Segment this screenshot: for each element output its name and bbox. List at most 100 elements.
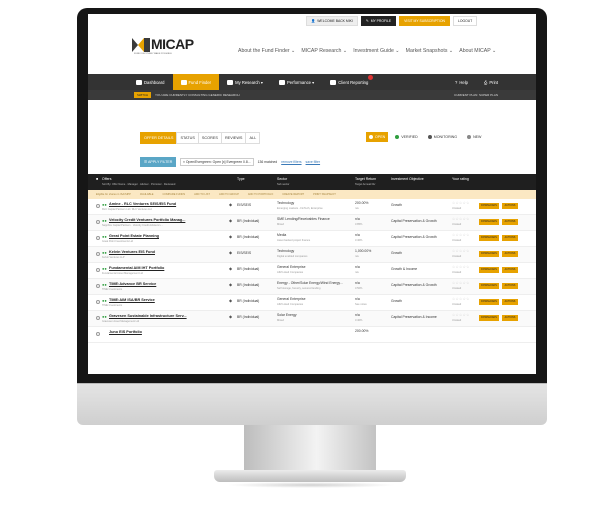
- row-checkbox[interactable]: [96, 268, 100, 272]
- toolbar-client-reporting[interactable]: Client Reporting: [322, 74, 383, 90]
- offer-type: BR (Individual): [237, 235, 260, 239]
- header-target-return[interactable]: Target Return: [355, 177, 376, 181]
- bulk-add-list[interactable]: ADD TO LIST: [194, 193, 210, 196]
- toolbar-fund-finder[interactable]: Fund Finder: [172, 74, 220, 90]
- rating-stars[interactable]: ☆☆☆☆☆: [452, 297, 470, 301]
- toolbar-print[interactable]: ⎙ Print: [476, 74, 506, 90]
- rating-stars[interactable]: ☆☆☆☆☆: [452, 249, 470, 253]
- switch-button[interactable]: SWITCH: [134, 92, 152, 98]
- rating-stars[interactable]: ☆☆☆☆☆: [452, 313, 470, 317]
- offer-name-link[interactable]: TIME:AIM ISA/BR Service: [109, 298, 155, 302]
- toolbar-dashboard[interactable]: Dashboard: [128, 74, 173, 90]
- row-checkbox[interactable]: [96, 316, 100, 320]
- tab-offer-details[interactable]: OFFER DETAILS: [140, 132, 177, 144]
- offer-name-link[interactable]: Kelvin Ventures EIS Fund: [109, 250, 155, 254]
- row-checkbox[interactable]: [96, 220, 100, 224]
- bulk-available[interactable]: AVAILABLE: [140, 193, 154, 196]
- apply-filter-button[interactable]: ☰ APPLY FILTER: [140, 157, 177, 167]
- table-row[interactable]: ●● Gravesen Sustainable Infrastructure Se…: [88, 311, 536, 327]
- bulk-compare[interactable]: COMPARE FUNDS: [163, 193, 186, 196]
- rating-stars[interactable]: ☆☆☆☆☆: [452, 201, 470, 205]
- row-checkbox[interactable]: [96, 332, 100, 336]
- tab-reviews[interactable]: REVIEWS: [220, 132, 246, 144]
- header-sector[interactable]: Sector: [277, 177, 287, 181]
- table-row[interactable]: ●● Amine - RLC Ventures SEIS/EIS Fund RLC …: [88, 199, 536, 215]
- table-row[interactable]: ●● Fundamental AiM IHT Portfolio Fundament…: [88, 263, 536, 279]
- row-checkbox[interactable]: [96, 300, 100, 304]
- rating-stars[interactable]: ☆☆☆☆☆: [452, 217, 470, 221]
- header-sort-by[interactable]: Sort By: Offer Name · Manager · Adviser …: [102, 183, 175, 186]
- header-select-all-icon[interactable]: ■: [96, 177, 98, 181]
- table-row[interactable]: ●● Great Point Estate Planning Great Point…: [88, 231, 536, 247]
- logout-button[interactable]: LOGOUT: [452, 16, 478, 26]
- bulk-add-portfolio[interactable]: ADD TO PORTFOLIO: [248, 193, 273, 196]
- offer-name-link[interactable]: TIME:Advance BR Service: [109, 282, 156, 286]
- downloads-button[interactable]: DOWNLOADS: [479, 315, 499, 321]
- actions-button[interactable]: ACTIONS: [502, 235, 518, 241]
- table-row[interactable]: ●● Velocity Credit Ventures Portfolio Man…: [88, 215, 536, 231]
- tab-status[interactable]: STATUS: [176, 132, 198, 144]
- row-checkbox[interactable]: [96, 252, 100, 256]
- status-verified[interactable]: VERIFIED: [392, 132, 421, 142]
- table-row[interactable]: Juno EIS Portfolio 200.00%: [88, 327, 536, 343]
- subscription-button[interactable]: VISIT MY SUBSCRIPTION: [399, 16, 450, 26]
- header-objective[interactable]: Investment Objective: [391, 177, 424, 181]
- bulk-add-group[interactable]: ADD TO GROUP: [219, 193, 239, 196]
- downloads-button[interactable]: DOWNLOADS: [479, 283, 499, 289]
- status-open[interactable]: OPEN: [366, 132, 389, 142]
- offer-name-link[interactable]: Juno EIS Portfolio: [109, 330, 142, 334]
- nav-about-fund-finder[interactable]: About the Fund Finder ⌄: [238, 48, 295, 54]
- status-new[interactable]: NEW: [464, 132, 484, 142]
- downloads-button[interactable]: DOWNLOADS: [479, 235, 499, 241]
- my-profile-button[interactable]: ✎ MY PROFILE: [360, 16, 397, 26]
- micap-logo[interactable]: MICAP FUND DISCOVERY MADE POSSIBLE: [132, 36, 202, 55]
- status-monitoring[interactable]: MONITORING: [425, 132, 460, 142]
- table-row[interactable]: ●● TIME:Advance BR Service TIME Investment…: [88, 279, 536, 295]
- toolbar-help[interactable]: ? Help: [447, 74, 476, 90]
- offer-name-link[interactable]: Velocity Credit Ventures Portfolio Manag…: [109, 218, 185, 222]
- dashboard-icon: [136, 79, 142, 85]
- header-type[interactable]: Type: [237, 177, 245, 181]
- actions-button[interactable]: ACTIONS: [502, 267, 518, 273]
- actions-button[interactable]: ACTIONS: [502, 251, 518, 257]
- actions-button[interactable]: ACTIONS: [502, 219, 518, 225]
- nav-micap-research[interactable]: MICAP Research ⌄: [301, 48, 347, 54]
- nav-investment-guide[interactable]: Investment Guide ⌄: [353, 48, 399, 54]
- filter-chip[interactable]: × Open/Evergreen: Open [x] Evergreen 0.8…: [180, 157, 254, 166]
- downloads-button[interactable]: DOWNLOADS: [479, 219, 499, 225]
- header-offers[interactable]: Offers: [102, 177, 111, 181]
- row-checkbox[interactable]: [96, 236, 100, 240]
- offer-name-link[interactable]: Great Point Estate Planning: [109, 234, 159, 238]
- bulk-print-snapshot[interactable]: PRINT SNAPSHOT: [313, 193, 336, 196]
- target-dividend: 3.50%: [355, 287, 363, 290]
- downloads-button[interactable]: DOWNLOADS: [479, 251, 499, 257]
- tab-scores[interactable]: SCORES: [197, 132, 221, 144]
- save-filter-link[interactable]: save filter: [306, 160, 321, 164]
- actions-button[interactable]: ACTIONS: [502, 315, 518, 321]
- actions-button[interactable]: ACTIONS: [502, 203, 518, 209]
- downloads-button[interactable]: DOWNLOADS: [479, 267, 499, 273]
- downloads-button[interactable]: DOWNLOADS: [479, 299, 499, 305]
- nav-market-snapshots[interactable]: Market Snapshots ⌄: [406, 48, 454, 54]
- header-rating[interactable]: Your rating: [452, 177, 469, 181]
- offer-name-link[interactable]: Gravesen Sustainable Infrastructure Serv…: [109, 314, 187, 318]
- row-checkbox[interactable]: [96, 284, 100, 288]
- actions-button[interactable]: ACTIONS: [502, 283, 518, 289]
- actions-button[interactable]: ACTIONS: [502, 299, 518, 305]
- offer-name-link[interactable]: Fundamental AiM IHT Portfolio: [109, 266, 164, 270]
- table-row[interactable]: ●● TIME:AIM ISA/BR Service TIME Investment…: [88, 295, 536, 311]
- toolbar-performance[interactable]: Performance ▾: [271, 74, 322, 90]
- remove-filters-link[interactable]: remove filters: [281, 160, 301, 164]
- table-row[interactable]: ●● Kelvin Ventures EIS Fund Kelvin Venture…: [88, 247, 536, 263]
- welcome-button[interactable]: 👤 WELCOME BACK MIKI: [306, 16, 358, 26]
- row-checkbox[interactable]: [96, 204, 100, 208]
- toolbar-my-research[interactable]: My Research ▾: [219, 74, 271, 90]
- bulk-create-report[interactable]: CREATE REPORT: [282, 193, 304, 196]
- offer-name-link[interactable]: Amine - RLC Ventures SEIS/EIS Fund: [109, 202, 176, 206]
- tab-all[interactable]: ALL: [245, 132, 261, 144]
- rating-stars[interactable]: ☆☆☆☆☆: [452, 281, 470, 285]
- downloads-button[interactable]: DOWNLOADS: [479, 203, 499, 209]
- rating-stars[interactable]: ☆☆☆☆☆: [452, 233, 470, 237]
- rating-stars[interactable]: ☆☆☆☆☆: [452, 265, 470, 269]
- nav-about-micap[interactable]: About MICAP ⌄: [459, 48, 496, 54]
